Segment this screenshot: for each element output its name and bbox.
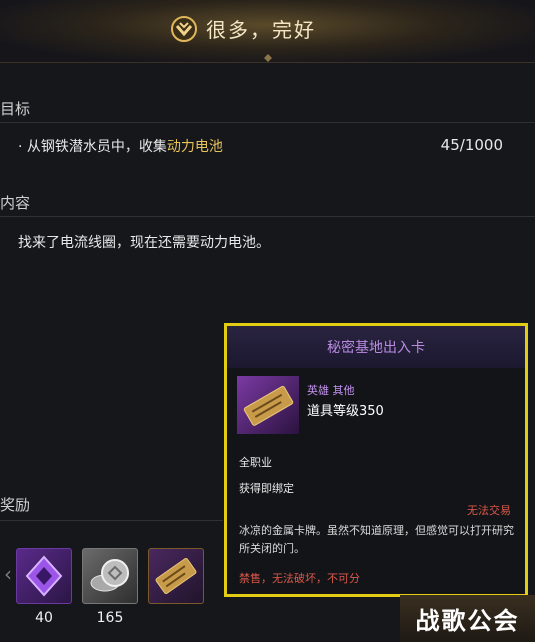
- rewards-prev-arrow[interactable]: ‹: [0, 548, 16, 600]
- item-restrictions: 禁售，无法破坏，不可分: [239, 572, 360, 585]
- tooltip-item-info: 英雄 其他 道具等级350: [227, 374, 525, 438]
- item-trade-status: 无法交易: [467, 504, 511, 517]
- silver-coins-icon: [82, 548, 138, 604]
- purple-crystal-icon: [16, 548, 72, 604]
- item-class: 全职业: [239, 456, 272, 469]
- objective-label: 目标: [0, 100, 31, 118]
- reward-count: 40: [35, 610, 53, 626]
- item-grade: 英雄 其他: [307, 384, 355, 397]
- item-bind: 获得即绑定: [239, 482, 294, 495]
- objective-line: · 从钢铁潜水员中，收集动力电池: [18, 136, 223, 156]
- item-tooltip: 秘密基地出入卡 英雄 其他 道具等级350 全职业 获得即绑定 无法交易 冰凉的…: [224, 323, 528, 597]
- content-text: 找来了电流线圈，现在还需要动力电池。: [18, 235, 270, 251]
- item-description: 冰凉的金属卡牌。虽然不知道原理，但感觉可以打开研究所关闭的门。: [239, 524, 514, 555]
- reward-item[interactable]: [148, 548, 204, 604]
- watermark: 战歌公会: [400, 595, 535, 642]
- objective-text: 从钢铁潜水员中，收集: [26, 139, 167, 155]
- rewards-divider: [0, 520, 223, 521]
- objective-divider: [0, 122, 535, 123]
- objective-progress: 45/1000: [440, 136, 503, 154]
- content-divider: [0, 216, 535, 217]
- pass-card-icon: [237, 376, 299, 434]
- reward-item[interactable]: 165: [82, 548, 138, 626]
- content-label: 内容: [0, 194, 31, 212]
- rewards-label: 奖励: [0, 496, 31, 514]
- banner-ornament-icon: [250, 54, 286, 62]
- pass-card-icon: [148, 548, 204, 604]
- quest-emblem-icon: [171, 15, 197, 42]
- watermark-text: 战歌公会: [415, 607, 520, 635]
- tooltip-header: 秘密基地出入卡: [227, 326, 525, 368]
- quest-title: 很多，完好: [206, 18, 316, 42]
- banner-title-group: 很多，完好: [170, 14, 316, 43]
- bullet: ·: [18, 139, 23, 155]
- rewards-row: ‹ 40 165: [0, 548, 214, 626]
- tooltip-title: 秘密基地出入卡: [327, 340, 425, 356]
- quest-banner: 很多，完好: [0, 0, 535, 63]
- item-level: 道具等级350: [307, 404, 384, 419]
- objective-item: 动力电池: [166, 139, 223, 155]
- reward-count: 165: [96, 610, 124, 626]
- reward-item[interactable]: 40: [16, 548, 72, 626]
